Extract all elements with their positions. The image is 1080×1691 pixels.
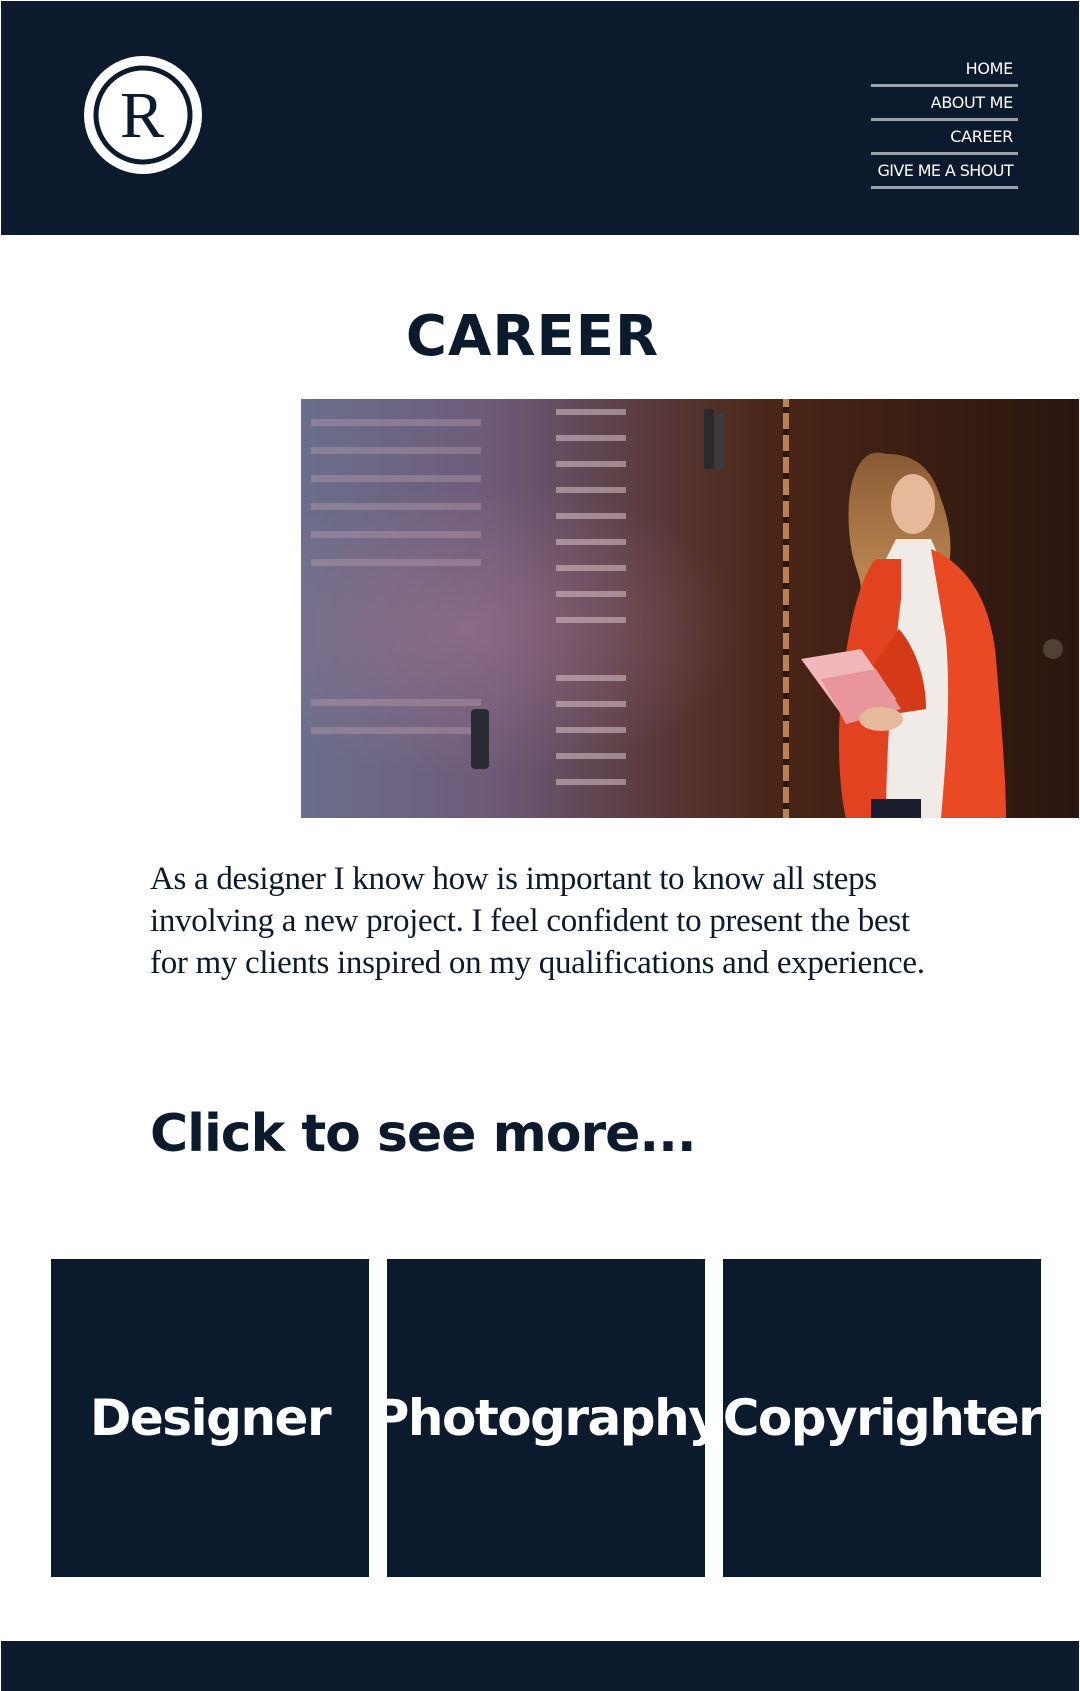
nav-home[interactable]: HOME xyxy=(871,53,1018,87)
main-nav: HOME ABOUT ME CAREER GIVE ME A SHOUT xyxy=(871,53,1018,189)
page-title: CAREER xyxy=(405,304,660,369)
logo-letter: R xyxy=(120,79,164,152)
site-header: R HOME ABOUT ME CAREER GIVE ME A SHOUT xyxy=(1,1,1079,235)
tile-photography-label: Photography xyxy=(372,1389,721,1447)
logo-graphic: R xyxy=(93,65,193,165)
tile-designer[interactable]: Designer xyxy=(51,1259,369,1577)
tile-designer-label: Designer xyxy=(89,1389,332,1447)
tile-photography[interactable]: Photography xyxy=(373,1259,721,1577)
site-footer xyxy=(1,1641,1079,1691)
woman-reading-photo xyxy=(301,399,1079,818)
tile-copyrighter[interactable]: Copyrighter xyxy=(722,1259,1043,1577)
career-intro-text: As a designer I know how is important to… xyxy=(150,861,925,981)
tile-copyrighter-label: Copyrighter xyxy=(722,1389,1043,1447)
hero-illustration xyxy=(301,399,1079,818)
registered-r-logo[interactable]: R xyxy=(84,56,202,174)
click-to-see-more-heading: Click to see more... xyxy=(150,1104,697,1164)
nav-career[interactable]: CAREER xyxy=(871,121,1018,155)
nav-give-me-a-shout[interactable]: GIVE ME A SHOUT xyxy=(871,155,1018,189)
nav-about-me[interactable]: ABOUT ME xyxy=(871,87,1018,121)
